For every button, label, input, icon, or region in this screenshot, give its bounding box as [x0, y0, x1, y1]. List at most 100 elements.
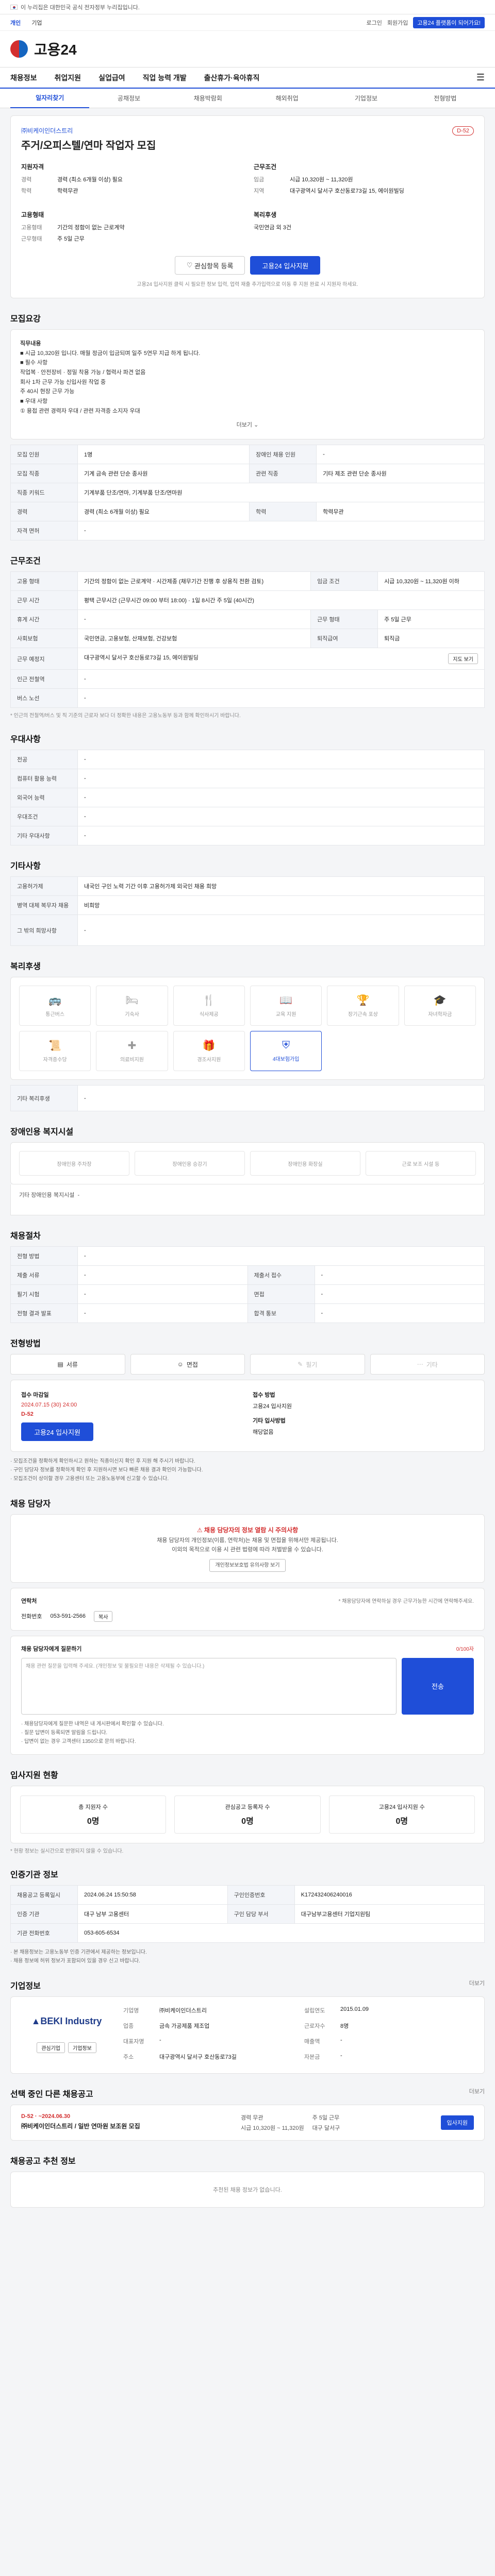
- kv-key: 근로자수: [304, 2023, 325, 2029]
- method-label: 접수 방법: [253, 1392, 275, 1399]
- similar-more-link[interactable]: 더보기: [469, 2087, 485, 2095]
- gnb-item-jobs[interactable]: 채용정보: [10, 73, 37, 83]
- heart-icon: ♡: [186, 261, 195, 269]
- welfare-item: 🏆 장기근속 포상: [327, 986, 399, 1026]
- interest-button[interactable]: ♡ 관심항목 등록: [174, 256, 245, 275]
- contact-warning-box: ⚠ 채용 담당자의 정보 열람 시 주의사항 채용 담당자의 개인정보(이름, …: [10, 1514, 485, 1583]
- similar-apply-button[interactable]: 입사지원: [440, 2115, 474, 2130]
- table-cell: -: [77, 1085, 485, 1112]
- table-cell: -: [77, 750, 485, 770]
- question-note-line: · 답변이 없는 경우 고객센터 1350으로 문의 바랍니다.: [21, 1738, 136, 1744]
- table-row: 기타 복리후생 -: [10, 1085, 485, 1112]
- privacy-notice-button[interactable]: 개인정보보호법 유의사항 보기: [209, 1558, 286, 1572]
- company-name[interactable]: ㈜비케이인더스트리: [21, 126, 474, 135]
- gnb-item-support[interactable]: 취업지원: [55, 73, 81, 83]
- login-link[interactable]: 로그인: [367, 19, 382, 27]
- table-row: 버스 노선 -: [10, 688, 485, 708]
- info-note-line: · 채용 정보에 허위 정보가 포함되어 있을 경우 신고 바랍니다.: [10, 1958, 140, 1964]
- welfare-item: 📖 교육 지원: [250, 986, 322, 1026]
- section-title-conditions: 근무조건: [10, 557, 41, 566]
- welfare-other-table: 기타 복리후생 -: [10, 1085, 485, 1112]
- gnb-item-unemployment[interactable]: 실업급여: [98, 73, 125, 83]
- table-cell: 국민연금, 고용보험, 산재보험, 건강보험: [77, 629, 311, 649]
- company-info-button[interactable]: 기업정보: [68, 2042, 96, 2053]
- table-row: 외국어 능력 -: [10, 788, 485, 808]
- table-cell: -: [77, 609, 311, 630]
- similar-name[interactable]: ㈜비케이인더스트리 / 일반 연마원 보조원 모집: [21, 2122, 140, 2130]
- question-note-line: · 채용담당자에게 질문한 내역은 내 게시판에서 확인할 수 있습니다.: [21, 1721, 164, 1727]
- kv-value[interactable]: 국민연금 외 3건: [254, 223, 474, 231]
- method-label: 기타: [426, 1361, 438, 1368]
- similar-job-card[interactable]: D-52 · ~2024.06.30 ㈜비케이인더스트리 / 일반 연마원 보조…: [10, 2104, 485, 2141]
- lnb-item-fair[interactable]: 채용박람회: [169, 94, 248, 103]
- question-note-line: · 질문 답변이 등록되면 알림을 드립니다.: [21, 1730, 108, 1736]
- block-title: 근무조건: [254, 163, 277, 171]
- desc-line: 직무내용: [20, 341, 41, 347]
- meal-icon: 🍴: [202, 995, 216, 1007]
- table-header: 컴퓨터 활용 능력: [10, 769, 78, 789]
- stat-label: 관심공고 등록자 수: [225, 1804, 270, 1810]
- gov-bar: 이 누리집은 대한민국 공식 전자정부 누리집입니다.: [0, 0, 495, 14]
- table-cell: -: [77, 807, 485, 827]
- signup-link[interactable]: 회원가입: [387, 19, 408, 27]
- map-button[interactable]: 지도 보기: [448, 653, 478, 665]
- hamburger-menu-icon[interactable]: ☰: [476, 72, 485, 83]
- table-cell: 기계 금속 관련 단순 종사원: [77, 464, 250, 484]
- conditions-table: 고용 형태 기간의 정함이 없는 근로계약 · 시간제종 (채무기간 진행 후 상…: [10, 571, 485, 708]
- gnb-item-training[interactable]: 직업 능력 개발: [143, 73, 187, 83]
- welfare-label: 장기근속 포상: [348, 1012, 378, 1018]
- apply-dday: D-52: [21, 1411, 34, 1418]
- table-cell: 1명: [77, 445, 250, 465]
- method-etc: ⋯ 기타: [370, 1354, 485, 1375]
- table-row: 자격 면허 -: [10, 521, 485, 541]
- other-table: 고용허가제 내국인 구인 노력 기간 이후 고용허가제 외국인 채용 희망 병역 …: [10, 876, 485, 946]
- similar-section-title: 선택 중인 다른 채용공고: [10, 2090, 93, 2099]
- lnb-item-overseas[interactable]: 해외취업: [248, 94, 326, 103]
- send-button[interactable]: 전송: [402, 1657, 474, 1715]
- kv-key: 매출액: [304, 2038, 320, 2045]
- copy-button[interactable]: 복사: [94, 1611, 113, 1622]
- lnb-item-find-jobs[interactable]: 일자리찾기: [10, 93, 90, 108]
- kv-value: 주 5일 근무: [57, 236, 85, 242]
- question-textarea[interactable]: 채용 관련 질문을 입력해 주세요. (개인정보 및 불필요한 내용은 삭제될 …: [21, 1657, 397, 1715]
- similar-attr: 대구 달서구: [312, 2125, 340, 2131]
- top-links: 개인 기업 로그인 회원가입 고용24 플랫폼이 되어가요!: [0, 14, 495, 31]
- apply-note-line: · 모집조건을 정확하게 확인하시고 원하는 직종이신지 확인 후 지원 해 주…: [10, 1459, 195, 1465]
- gnb-item-leave[interactable]: 출산휴가·육아휴직: [204, 73, 260, 83]
- disability-item: 장애인용 승강기: [135, 1151, 245, 1176]
- company-more-link[interactable]: 더보기: [469, 1979, 485, 1987]
- logo-icon[interactable]: [10, 40, 28, 58]
- lnb-item-screening[interactable]: 전형방법: [406, 94, 485, 103]
- kv-key: 고용형태: [21, 225, 42, 231]
- apply-button-secondary[interactable]: 고용24 입사지원: [21, 1422, 93, 1442]
- interest-company-button[interactable]: 관심기업: [37, 2042, 65, 2053]
- more-button[interactable]: 더보기 ⌄: [20, 420, 475, 430]
- similar-attr: 주 5일 근무: [312, 2114, 340, 2121]
- table-header: 병역 대체 복무자 채용: [10, 895, 78, 916]
- table-header: 모집 직종: [10, 464, 78, 484]
- table-header: 근무 형태: [310, 609, 378, 630]
- qualification-block: 지원자격 경력 경력 (최소 6개월 이상) 필요 학력 학력무관: [21, 162, 241, 198]
- table-header: 채용공고 등록일시: [10, 1885, 78, 1905]
- table-header: 그 밖의 희망사항: [10, 914, 78, 946]
- tab-individual[interactable]: 개인: [10, 20, 21, 26]
- condition-block: 근무조건 임금 시급 10,320원 ~ 11,320원 지역 대구광역시 달서구 …: [254, 162, 474, 198]
- stat-total: 총 지원자 수 0명: [20, 1795, 167, 1834]
- logo-text[interactable]: 고용24: [34, 39, 77, 59]
- apply-button[interactable]: 고용24 입사지원: [250, 256, 321, 275]
- table-header: 경력: [10, 502, 78, 522]
- lnb-item-company[interactable]: 기업정보: [326, 94, 405, 103]
- table-row: 휴게 시간 - 근무 형태 주 5일 근무: [10, 609, 485, 630]
- table-cell: 대구광역시 달서구 호산동로73길 15, 에이원빌딩 지도 보기: [77, 648, 485, 670]
- tab-business[interactable]: 기업: [31, 20, 42, 26]
- info-notes: · 본 채용정보는 고용노동부 인증 기관에서 제공하는 정보입니다. · 채용…: [10, 1948, 485, 1965]
- apply-note-line: · 모집조건이 상이할 경우 고용센터 또는 고용노동부에 신고할 수 있습니다…: [10, 1476, 169, 1482]
- lnb-item-public[interactable]: 공채정보: [89, 94, 168, 103]
- platform-banner-button[interactable]: 고용24 플랫폼이 되어가요!: [413, 16, 485, 28]
- contact-row-title: 연락처: [21, 1598, 37, 1604]
- table-cell: 기간의 정함이 없는 근로계약 · 시간제종 (채무기간 진행 후 상용직 전환…: [77, 571, 311, 591]
- contact-phone-box: 연락처 * 채용담당자에 연락하실 경우 근무가능한 시간에 연락해주세요. 전화…: [10, 1587, 485, 1631]
- table-cell: 2024.06.24 15:50:58: [77, 1885, 228, 1905]
- more-button-label: 더보기: [236, 421, 253, 428]
- table-header: 근무 시간: [10, 590, 78, 611]
